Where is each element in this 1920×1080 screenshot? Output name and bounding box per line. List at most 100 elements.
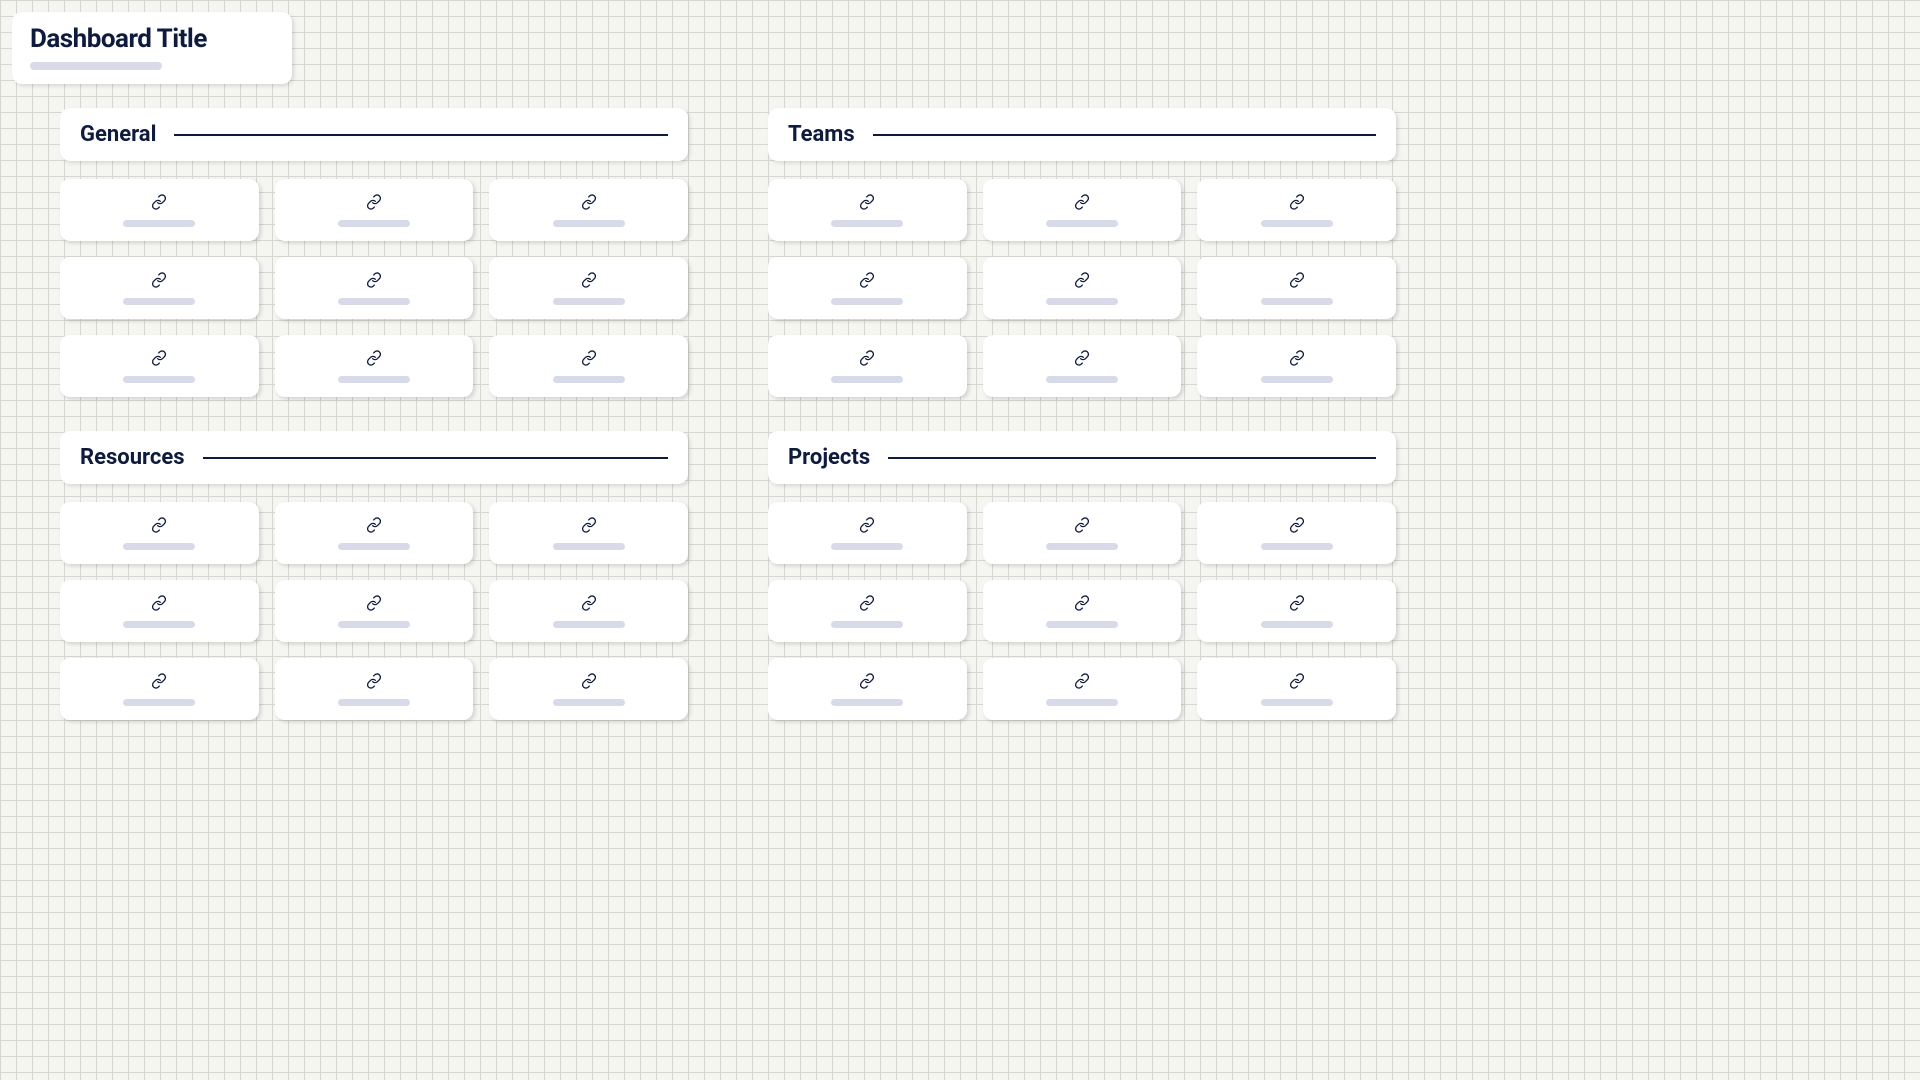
- link-card[interactable]: [983, 257, 1182, 319]
- link-label-placeholder: [1046, 699, 1118, 706]
- link-card[interactable]: [1197, 502, 1396, 564]
- link-label-placeholder: [1261, 699, 1333, 706]
- link-label-placeholder: [831, 699, 903, 706]
- dashboard-title: Dashboard Title: [30, 24, 264, 54]
- link-card[interactable]: [983, 502, 1182, 564]
- link-card[interactable]: [275, 580, 474, 642]
- card-grid: [768, 502, 1396, 720]
- link-icon: [581, 517, 597, 533]
- link-label-placeholder: [123, 220, 195, 227]
- link-label-placeholder: [553, 298, 625, 305]
- link-label-placeholder: [1261, 376, 1333, 383]
- link-icon: [1289, 272, 1305, 288]
- card-grid: [60, 179, 688, 397]
- link-card[interactable]: [768, 335, 967, 397]
- link-icon: [366, 194, 382, 210]
- section-rule: [174, 134, 668, 136]
- link-icon: [1074, 517, 1090, 533]
- link-card[interactable]: [275, 658, 474, 720]
- link-card[interactable]: [489, 335, 688, 397]
- link-label-placeholder: [1261, 298, 1333, 305]
- link-card[interactable]: [768, 179, 967, 241]
- link-icon: [1289, 517, 1305, 533]
- link-label-placeholder: [831, 621, 903, 628]
- link-icon: [1289, 350, 1305, 366]
- link-label-placeholder: [1261, 621, 1333, 628]
- link-card[interactable]: [1197, 580, 1396, 642]
- link-card[interactable]: [60, 257, 259, 319]
- link-label-placeholder: [553, 621, 625, 628]
- card-grid: [60, 502, 688, 720]
- link-label-placeholder: [338, 699, 410, 706]
- link-label-placeholder: [831, 298, 903, 305]
- link-label-placeholder: [338, 543, 410, 550]
- link-card[interactable]: [489, 580, 688, 642]
- link-card[interactable]: [768, 580, 967, 642]
- link-icon: [581, 272, 597, 288]
- link-card[interactable]: [275, 179, 474, 241]
- link-icon: [151, 194, 167, 210]
- link-icon: [1074, 272, 1090, 288]
- link-card[interactable]: [60, 179, 259, 241]
- link-card[interactable]: [983, 179, 1182, 241]
- link-card[interactable]: [60, 658, 259, 720]
- link-icon: [581, 595, 597, 611]
- subtitle-placeholder: [30, 62, 162, 70]
- link-icon: [581, 673, 597, 689]
- section-rule: [888, 457, 1376, 459]
- link-label-placeholder: [1046, 543, 1118, 550]
- section-teams: Teams: [768, 108, 1396, 397]
- section-rule: [203, 457, 668, 459]
- link-icon: [151, 517, 167, 533]
- link-icon: [581, 194, 597, 210]
- link-icon: [1289, 673, 1305, 689]
- link-label-placeholder: [831, 376, 903, 383]
- link-card[interactable]: [489, 257, 688, 319]
- link-card[interactable]: [1197, 257, 1396, 319]
- link-card[interactable]: [768, 658, 967, 720]
- link-icon: [151, 673, 167, 689]
- link-card[interactable]: [489, 658, 688, 720]
- link-label-placeholder: [123, 376, 195, 383]
- section-header: General: [60, 108, 688, 161]
- section-header: Projects: [768, 431, 1396, 484]
- section-resources: Resources: [60, 431, 688, 720]
- link-icon: [366, 673, 382, 689]
- link-label-placeholder: [1046, 220, 1118, 227]
- link-card[interactable]: [60, 502, 259, 564]
- link-card[interactable]: [489, 502, 688, 564]
- link-label-placeholder: [1046, 298, 1118, 305]
- card-grid: [768, 179, 1396, 397]
- link-card[interactable]: [489, 179, 688, 241]
- link-icon: [151, 595, 167, 611]
- link-card[interactable]: [1197, 658, 1396, 720]
- link-card[interactable]: [275, 335, 474, 397]
- sections-grid: General Teams Resources Projects: [60, 108, 1396, 720]
- link-icon: [859, 272, 875, 288]
- link-icon: [1074, 673, 1090, 689]
- link-label-placeholder: [123, 298, 195, 305]
- link-card[interactable]: [275, 502, 474, 564]
- section-header: Resources: [60, 431, 688, 484]
- link-card[interactable]: [983, 580, 1182, 642]
- link-icon: [1289, 194, 1305, 210]
- link-icon: [859, 517, 875, 533]
- link-card[interactable]: [1197, 179, 1396, 241]
- link-label-placeholder: [338, 376, 410, 383]
- link-label-placeholder: [123, 621, 195, 628]
- link-icon: [366, 517, 382, 533]
- link-icon: [581, 350, 597, 366]
- link-card[interactable]: [60, 580, 259, 642]
- link-card[interactable]: [1197, 335, 1396, 397]
- link-card[interactable]: [983, 335, 1182, 397]
- link-card[interactable]: [983, 658, 1182, 720]
- dashboard-title-card: Dashboard Title: [12, 12, 292, 84]
- link-card[interactable]: [60, 335, 259, 397]
- link-icon: [151, 350, 167, 366]
- link-icon: [366, 595, 382, 611]
- link-card[interactable]: [768, 257, 967, 319]
- link-card[interactable]: [768, 502, 967, 564]
- section-general: General: [60, 108, 688, 397]
- link-label-placeholder: [123, 699, 195, 706]
- link-card[interactable]: [275, 257, 474, 319]
